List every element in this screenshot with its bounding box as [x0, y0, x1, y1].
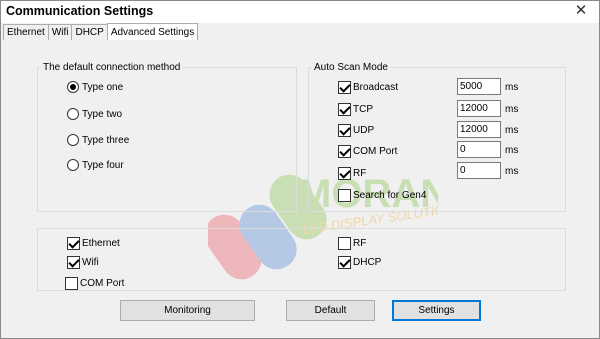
- radio-label: Type four: [82, 159, 124, 171]
- tab-ethernet[interactable]: Ethernet: [3, 24, 49, 40]
- communication-settings-window: Communication Settings ✕ Ethernet Wifi D…: [0, 0, 600, 339]
- check-rf-scan[interactable]: RF: [338, 166, 366, 180]
- radio-button[interactable]: [67, 108, 79, 120]
- checkbox-label: DHCP: [353, 256, 382, 268]
- checkbox[interactable]: [338, 80, 351, 94]
- checkbox[interactable]: [338, 166, 351, 180]
- tab-wifi[interactable]: Wifi: [47, 24, 73, 40]
- tcp-interval-input[interactable]: 12000: [457, 100, 501, 117]
- rf-interval-input[interactable]: 0: [457, 162, 501, 179]
- checkbox[interactable]: [67, 236, 80, 250]
- advanced-settings-panel: MORAN LED DISPLAY SOLUTIONS The default …: [3, 40, 597, 338]
- tab-bar: Ethernet Wifi DHCP Advanced Settings: [3, 23, 199, 40]
- rf-unit: ms: [505, 166, 519, 177]
- window-title: Communication Settings: [6, 4, 154, 18]
- radio-type-four[interactable]: Type four: [67, 158, 124, 172]
- broadcast-interval-input[interactable]: 5000: [457, 78, 501, 95]
- broadcast-unit: ms: [505, 82, 519, 93]
- checkbox[interactable]: [338, 188, 351, 202]
- com-port-unit: ms: [505, 145, 519, 156]
- title-bar[interactable]: Communication Settings ✕: [1, 1, 599, 23]
- checkbox-label: TCP: [353, 103, 373, 115]
- radio-label: Type three: [82, 134, 130, 146]
- check-wifi[interactable]: Wifi: [67, 255, 99, 269]
- udp-unit: ms: [505, 125, 519, 136]
- checkbox-label: Search for Gen4: [353, 189, 427, 201]
- checkbox-label: UDP: [353, 124, 375, 136]
- check-udp[interactable]: UDP: [338, 123, 374, 137]
- radio-button[interactable]: [67, 159, 79, 171]
- tcp-unit: ms: [505, 104, 519, 115]
- settings-button[interactable]: Settings: [392, 300, 481, 321]
- radio-type-three[interactable]: Type three: [67, 133, 129, 147]
- auto-scan-title: Auto Scan Mode: [312, 61, 390, 74]
- radio-label: Type one: [82, 81, 124, 93]
- com-port-interval-input[interactable]: 0: [457, 141, 501, 158]
- check-ethernet[interactable]: Ethernet: [67, 236, 120, 250]
- checkbox-label: Ethernet: [82, 237, 120, 249]
- check-search-gen4[interactable]: Search for Gen4: [338, 188, 426, 202]
- checkbox[interactable]: [338, 236, 351, 250]
- radio-button[interactable]: [67, 134, 79, 146]
- connection-method-title: The default connection method: [41, 61, 183, 74]
- check-com-port-interface[interactable]: COM Port: [65, 276, 124, 290]
- checkbox[interactable]: [338, 123, 351, 137]
- check-dhcp-interface[interactable]: DHCP: [338, 255, 381, 269]
- close-icon[interactable]: ✕: [571, 2, 591, 20]
- default-button[interactable]: Default: [286, 300, 375, 321]
- checkbox[interactable]: [338, 144, 351, 158]
- radio-label: Type two: [82, 108, 123, 120]
- radio-button[interactable]: [67, 81, 79, 93]
- checkbox-label: RF: [353, 237, 367, 249]
- checkbox[interactable]: [338, 102, 351, 116]
- radio-type-two[interactable]: Type two: [67, 107, 122, 121]
- check-broadcast[interactable]: Broadcast: [338, 80, 398, 94]
- check-tcp[interactable]: TCP: [338, 102, 373, 116]
- checkbox-label: RF: [353, 167, 367, 179]
- monitoring-button[interactable]: Monitoring: [120, 300, 255, 321]
- tab-dhcp[interactable]: DHCP: [71, 24, 108, 40]
- udp-interval-input[interactable]: 12000: [457, 121, 501, 138]
- checkbox[interactable]: [65, 276, 78, 290]
- checkbox[interactable]: [67, 255, 80, 269]
- checkbox-label: Wifi: [82, 256, 99, 268]
- checkbox-label: COM Port: [353, 145, 398, 157]
- checkbox-label: Broadcast: [353, 81, 399, 93]
- check-com-port[interactable]: COM Port: [338, 144, 397, 158]
- check-rf-interface[interactable]: RF: [338, 236, 366, 250]
- radio-type-one[interactable]: Type one: [67, 80, 123, 94]
- checkbox[interactable]: [338, 255, 351, 269]
- checkbox-label: COM Port: [80, 277, 125, 289]
- tab-advanced-settings[interactable]: Advanced Settings: [106, 23, 199, 40]
